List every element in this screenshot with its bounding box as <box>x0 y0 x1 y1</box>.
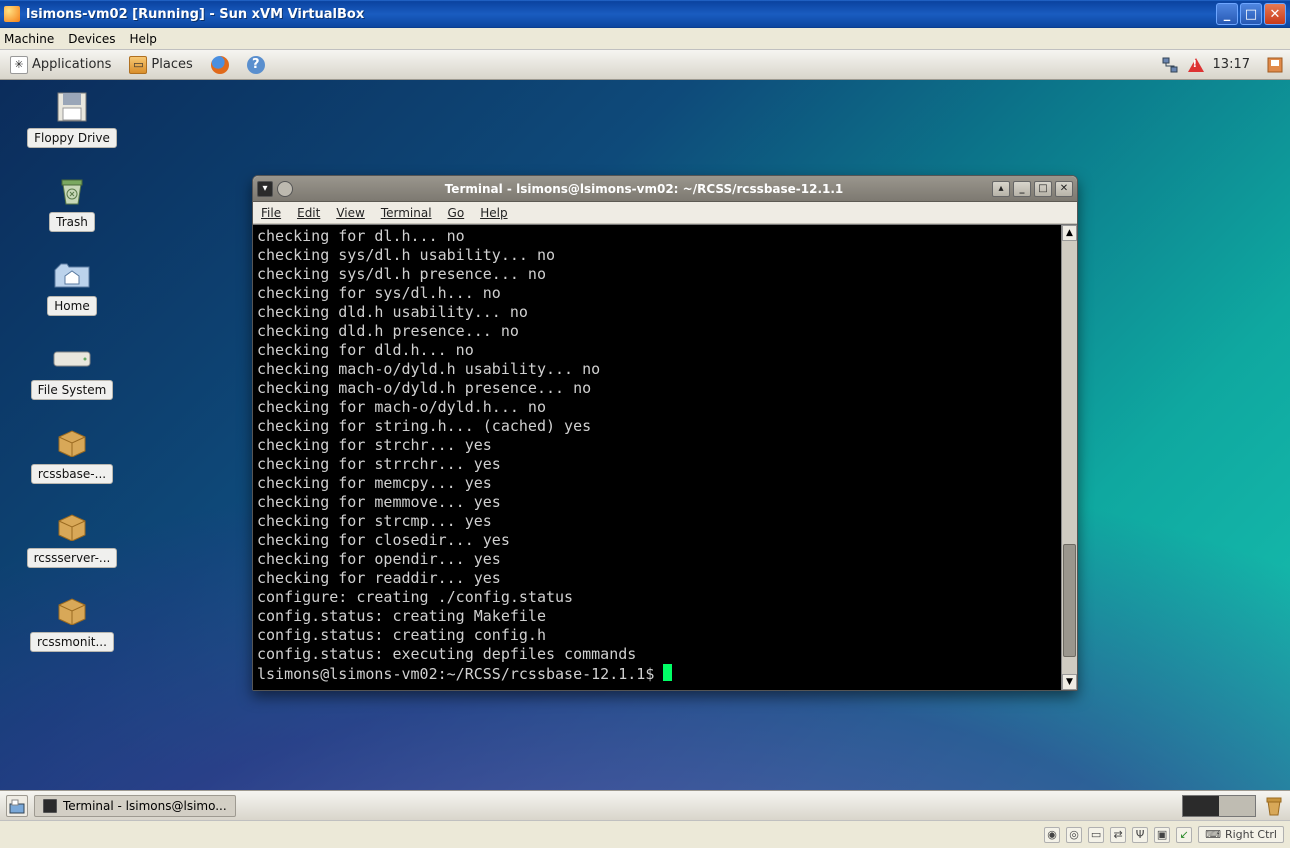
xfce-mouse-icon: ✳ <box>10 56 28 74</box>
vm-network-indicator-icon[interactable]: ⇄ <box>1110 827 1126 843</box>
virtualbox-icon <box>4 6 20 22</box>
terminal-window-menu-icon[interactable]: ▾ <box>257 181 273 197</box>
desktop-icon-floppy[interactable]: Floppy Drive <box>12 90 132 148</box>
terminal-menu-go[interactable]: Go <box>448 206 465 220</box>
desktop-icon-home[interactable]: Home <box>12 258 132 316</box>
terminal-close-button[interactable]: ✕ <box>1055 181 1073 197</box>
package-icon <box>52 426 92 460</box>
host-key-label: Right Ctrl <box>1225 828 1277 841</box>
host-close-button[interactable]: ✕ <box>1264 3 1286 25</box>
terminal-menu-edit[interactable]: Edit <box>297 206 320 220</box>
scrollbar-down-button[interactable]: ▼ <box>1062 674 1077 690</box>
guest-desktop[interactable]: ✳ Applications ▭ Places ? 13:17 <box>0 50 1290 820</box>
desktop-icon-label: File System <box>31 380 114 400</box>
desktop-icon-rcssmonit[interactable]: rcssmonit... <box>12 594 132 652</box>
panel-clock[interactable]: 13:17 <box>1213 57 1250 72</box>
desktop-icon-label: rcssmonit... <box>30 632 114 652</box>
terminal-sticky-button[interactable] <box>277 181 293 197</box>
terminal-task-icon <box>43 799 57 813</box>
vm-cd-indicator-icon[interactable]: ◎ <box>1066 827 1082 843</box>
scrollbar-thumb[interactable] <box>1063 544 1076 657</box>
vm-shared-folder-icon[interactable]: ▣ <box>1154 827 1170 843</box>
desktop-icon-label: rcssbase-... <box>31 464 113 484</box>
desktop-icon-rcssbase[interactable]: rcssbase-... <box>12 426 132 484</box>
terminal-menu-terminal[interactable]: Terminal <box>381 206 432 220</box>
applications-menu[interactable]: ✳ Applications <box>6 54 115 76</box>
host-window-titlebar: lsimons-vm02 [Running] - Sun xVM Virtual… <box>0 0 1290 28</box>
terminal-menu-view[interactable]: View <box>336 206 364 220</box>
host-minimize-button[interactable]: _ <box>1216 3 1238 25</box>
package-icon <box>52 594 92 628</box>
desktop-icon-label: rcssserver-... <box>27 548 118 568</box>
quit-icon[interactable] <box>1266 56 1284 74</box>
terminal-scrollbar[interactable]: ▲ ▼ <box>1061 225 1077 690</box>
places-icon: ▭ <box>129 56 147 74</box>
desktop-icon-label: Floppy Drive <box>27 128 117 148</box>
taskbar-terminal-button[interactable]: Terminal - lsimons@lsimo... <box>34 795 236 817</box>
workspace-1[interactable] <box>1183 796 1219 816</box>
terminal-menu-help[interactable]: Help <box>480 206 507 220</box>
host-menu-machine[interactable]: Machine <box>4 32 54 46</box>
desktop-icon-filesystem[interactable]: File System <box>12 342 132 400</box>
floppy-icon <box>52 90 92 124</box>
host-window-title: lsimons-vm02 [Running] - Sun xVM Virtual… <box>26 7 1214 22</box>
gnome-bottom-panel: Terminal - lsimons@lsimo... <box>0 790 1290 820</box>
desktop-icon-trash[interactable]: Trash <box>12 174 132 232</box>
vm-floppy-indicator-icon[interactable]: ▭ <box>1088 827 1104 843</box>
taskbar-label: Terminal - lsimons@lsimo... <box>63 799 227 813</box>
update-warning-icon[interactable] <box>1187 56 1205 74</box>
places-label: Places <box>151 57 192 72</box>
terminal-window[interactable]: ▾ Terminal - lsimons@lsimons-vm02: ~/RCS… <box>252 175 1078 691</box>
host-menu-help[interactable]: Help <box>130 32 157 46</box>
host-key-indicator[interactable]: ⌨ Right Ctrl <box>1198 826 1284 843</box>
desktop-icon-rcssserver[interactable]: rcssserver-... <box>12 510 132 568</box>
vm-usb-indicator-icon[interactable]: Ψ <box>1132 827 1148 843</box>
terminal-shade-button[interactable]: ▴ <box>992 181 1010 197</box>
show-desktop-button[interactable] <box>6 795 28 817</box>
keyboard-icon: ⌨ <box>1205 828 1221 841</box>
vm-hd-indicator-icon[interactable]: ◉ <box>1044 827 1060 843</box>
network-tray-icon[interactable] <box>1161 56 1179 74</box>
vm-mouse-integration-icon[interactable]: ↙ <box>1176 827 1192 843</box>
firefox-icon <box>211 56 229 74</box>
help-icon: ? <box>247 56 265 74</box>
terminal-titlebar[interactable]: ▾ Terminal - lsimons@lsimons-vm02: ~/RCS… <box>253 176 1077 202</box>
terminal-maximize-button[interactable]: □ <box>1034 181 1052 197</box>
desktop-icon-label: Trash <box>49 212 95 232</box>
terminal-body[interactable]: checking for dl.h... no checking sys/dl.… <box>253 224 1077 690</box>
desktop-icon-column: Floppy Drive Trash Home File System rcss… <box>12 90 132 678</box>
panel-trash-icon[interactable] <box>1264 796 1284 816</box>
home-folder-icon <box>52 258 92 292</box>
terminal-minimize-button[interactable]: _ <box>1013 181 1031 197</box>
places-menu[interactable]: ▭ Places <box>125 54 196 76</box>
host-menubar: Machine Devices Help <box>0 28 1290 50</box>
terminal-menu-file[interactable]: File <box>261 206 281 220</box>
host-status-bar: ◉ ◎ ▭ ⇄ Ψ ▣ ↙ ⌨ Right Ctrl <box>0 820 1290 848</box>
host-menu-devices[interactable]: Devices <box>68 32 115 46</box>
trash-icon <box>52 174 92 208</box>
firefox-launcher[interactable] <box>207 54 233 76</box>
workspace-2[interactable] <box>1219 796 1255 816</box>
workspace-switcher[interactable] <box>1182 795 1256 817</box>
terminal-menubar: File Edit View Terminal Go Help <box>253 202 1077 224</box>
terminal-output[interactable]: checking for dl.h... no checking sys/dl.… <box>253 225 1061 690</box>
gnome-top-panel: ✳ Applications ▭ Places ? 13:17 <box>0 50 1290 80</box>
scrollbar-track[interactable] <box>1062 241 1077 674</box>
drive-icon <box>52 342 92 376</box>
host-maximize-button[interactable]: □ <box>1240 3 1262 25</box>
desktop-icon-label: Home <box>47 296 96 316</box>
scrollbar-up-button[interactable]: ▲ <box>1062 225 1077 241</box>
package-icon <box>52 510 92 544</box>
applications-label: Applications <box>32 57 111 72</box>
terminal-title: Terminal - lsimons@lsimons-vm02: ~/RCSS/… <box>299 182 989 196</box>
help-launcher[interactable]: ? <box>243 54 269 76</box>
